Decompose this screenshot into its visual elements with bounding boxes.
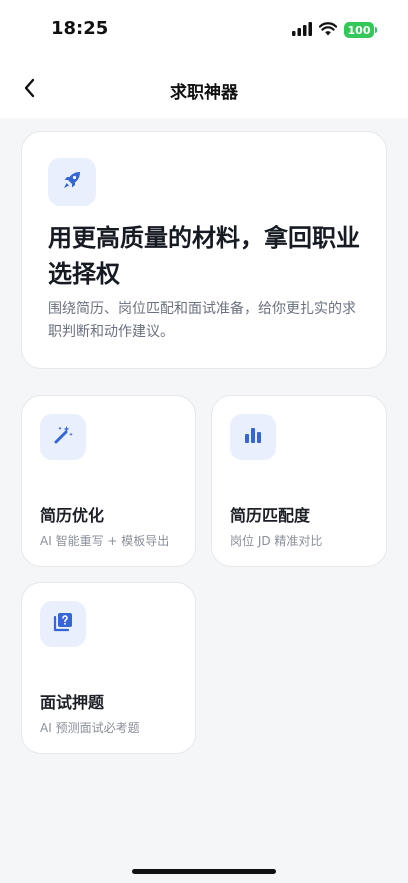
resume-optimize-title: 简历优化	[40, 506, 105, 525]
wifi-icon	[318, 21, 338, 40]
question-book-icon	[52, 611, 74, 637]
signal-icon	[292, 21, 312, 40]
status-bar: 18:25 100	[0, 0, 408, 58]
hero-description: 围绕简历、岗位匹配和面试准备，给你更扎实的求职判断和动作建议。	[48, 301, 356, 340]
status-icons: 100	[292, 20, 377, 40]
status-time: 18:25	[51, 18, 109, 39]
resume-optimize-card[interactable]: 简历优化 AI 智能重写 + 模板导出	[21, 395, 196, 567]
battery-icon: 100	[344, 22, 377, 38]
interview-questions-card[interactable]: 面试押题 AI 预测面试必考题	[21, 582, 196, 754]
resume-optimize-icon-tile	[40, 414, 86, 460]
resume-match-subtitle: 岗位 JD 精准对比	[230, 534, 323, 548]
interview-questions-subtitle: AI 预测面试必考题	[40, 721, 140, 735]
nav-bar: 求职神器	[0, 62, 408, 118]
magic-wand-icon	[52, 424, 74, 450]
hero-icon-tile	[48, 158, 96, 206]
resume-match-icon-tile	[230, 414, 276, 460]
hero-card: 用更高质量的材料，拿回职业选择权 围绕简历、岗位匹配和面试准备，给你更扎实的求职…	[21, 131, 387, 369]
hero-title: 用更高质量的材料，拿回职业选择权	[48, 224, 360, 288]
rocket-icon	[60, 168, 84, 196]
header-area: 18:25 100 求职神器	[0, 0, 408, 118]
resume-match-title: 简历匹配度	[230, 506, 311, 525]
interview-questions-title: 面试押题	[40, 693, 105, 712]
page-title: 求职神器	[170, 83, 238, 103]
bar-chart-icon	[242, 424, 264, 450]
resume-optimize-subtitle: AI 智能重写 + 模板导出	[40, 534, 170, 548]
home-indicator	[132, 869, 276, 874]
interview-questions-icon-tile	[40, 601, 86, 647]
resume-match-card[interactable]: 简历匹配度 岗位 JD 精准对比	[211, 395, 387, 567]
